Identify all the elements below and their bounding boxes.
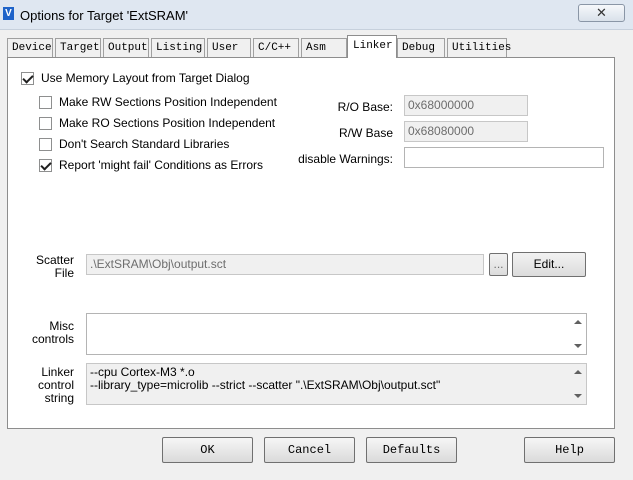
- rw-position-independent-label: Make RW Sections Position Independent: [59, 95, 277, 109]
- linker-control-text: --cpu Cortex-M3 *.o --library_type=microl…: [90, 365, 441, 392]
- title-bar: V Options for Target 'ExtSRAM' ✕: [0, 0, 633, 30]
- linker-control-scrollbar[interactable]: [570, 364, 586, 404]
- tab-target[interactable]: Target: [55, 38, 101, 57]
- rw-base-label: R/W Base: [338, 126, 393, 140]
- scroll-up-icon[interactable]: [574, 320, 582, 324]
- scroll-up-icon[interactable]: [574, 370, 582, 374]
- tab-device[interactable]: Device: [7, 38, 53, 57]
- report-might-fail-label: Report 'might fail' Conditions as Errors: [59, 158, 263, 172]
- browse-scatter-button[interactable]: ...: [489, 253, 508, 276]
- help-button[interactable]: Help: [524, 437, 615, 463]
- window-title: Options for Target 'ExtSRAM': [20, 8, 189, 23]
- close-icon: ✕: [596, 5, 607, 20]
- defaults-button[interactable]: Defaults: [366, 437, 457, 463]
- ro-base-label: R/O Base:: [337, 100, 393, 114]
- edit-scatter-button[interactable]: Edit...: [512, 252, 586, 277]
- keil-app-icon: V: [3, 7, 14, 20]
- cancel-button[interactable]: Cancel: [264, 437, 355, 463]
- tab-utilities[interactable]: Utilities: [447, 38, 511, 57]
- tab-asm[interactable]: Asm: [301, 38, 347, 57]
- disable-warnings-label: disable Warnings:: [298, 152, 393, 166]
- report-might-fail-option[interactable]: Report 'might fail' Conditions as Errors: [39, 157, 263, 173]
- disable-warnings-field[interactable]: [404, 147, 604, 168]
- tab-user[interactable]: User: [207, 38, 251, 57]
- dont-search-std-libs-option[interactable]: Don't Search Standard Libraries: [39, 136, 229, 152]
- tab-linker[interactable]: Linker: [347, 35, 397, 58]
- linker-control-label: Linker control string: [37, 365, 74, 405]
- use-memory-layout-label: Use Memory Layout from Target Dialog: [41, 71, 250, 85]
- tab-output[interactable]: Output: [103, 38, 149, 57]
- close-button[interactable]: ✕: [578, 4, 625, 22]
- scroll-down-icon[interactable]: [574, 394, 582, 398]
- ro-position-independent-checkbox[interactable]: [39, 116, 52, 130]
- dont-search-std-libs-label: Don't Search Standard Libraries: [59, 137, 230, 151]
- use-memory-layout-option[interactable]: Use Memory Layout from Target Dialog: [21, 70, 250, 86]
- ro-position-independent-option[interactable]: Make RO Sections Position Independent: [39, 115, 275, 131]
- use-memory-layout-checkbox[interactable]: [21, 71, 34, 85]
- linker-control-string[interactable]: --cpu Cortex-M3 *.o --library_type=microl…: [86, 363, 587, 405]
- report-might-fail-checkbox[interactable]: [39, 158, 52, 172]
- rw-position-independent-checkbox[interactable]: [39, 95, 52, 109]
- misc-controls-textarea[interactable]: [86, 313, 587, 355]
- ro-position-independent-label: Make RO Sections Position Independent: [59, 116, 276, 130]
- tab-c-cpp[interactable]: C/C++: [253, 38, 299, 57]
- scatter-file-label: Scatter File: [35, 253, 74, 280]
- tab-listing[interactable]: Listing: [151, 38, 205, 57]
- scroll-down-icon[interactable]: [574, 344, 582, 348]
- ro-base-field[interactable]: 0x68000000: [404, 95, 528, 116]
- linker-panel: Use Memory Layout from Target Dialog Mak…: [7, 57, 615, 429]
- dont-search-std-libs-checkbox[interactable]: [39, 137, 52, 151]
- misc-controls-label: Misc controls: [31, 319, 74, 346]
- scatter-file-field[interactable]: .\ExtSRAM\Obj\output.sct: [86, 254, 484, 275]
- misc-controls-scrollbar[interactable]: [570, 314, 586, 354]
- ok-button[interactable]: OK: [162, 437, 253, 463]
- tab-debug[interactable]: Debug: [397, 38, 445, 57]
- rw-position-independent-option[interactable]: Make RW Sections Position Independent: [39, 94, 277, 110]
- rw-base-field[interactable]: 0x68080000: [404, 121, 528, 142]
